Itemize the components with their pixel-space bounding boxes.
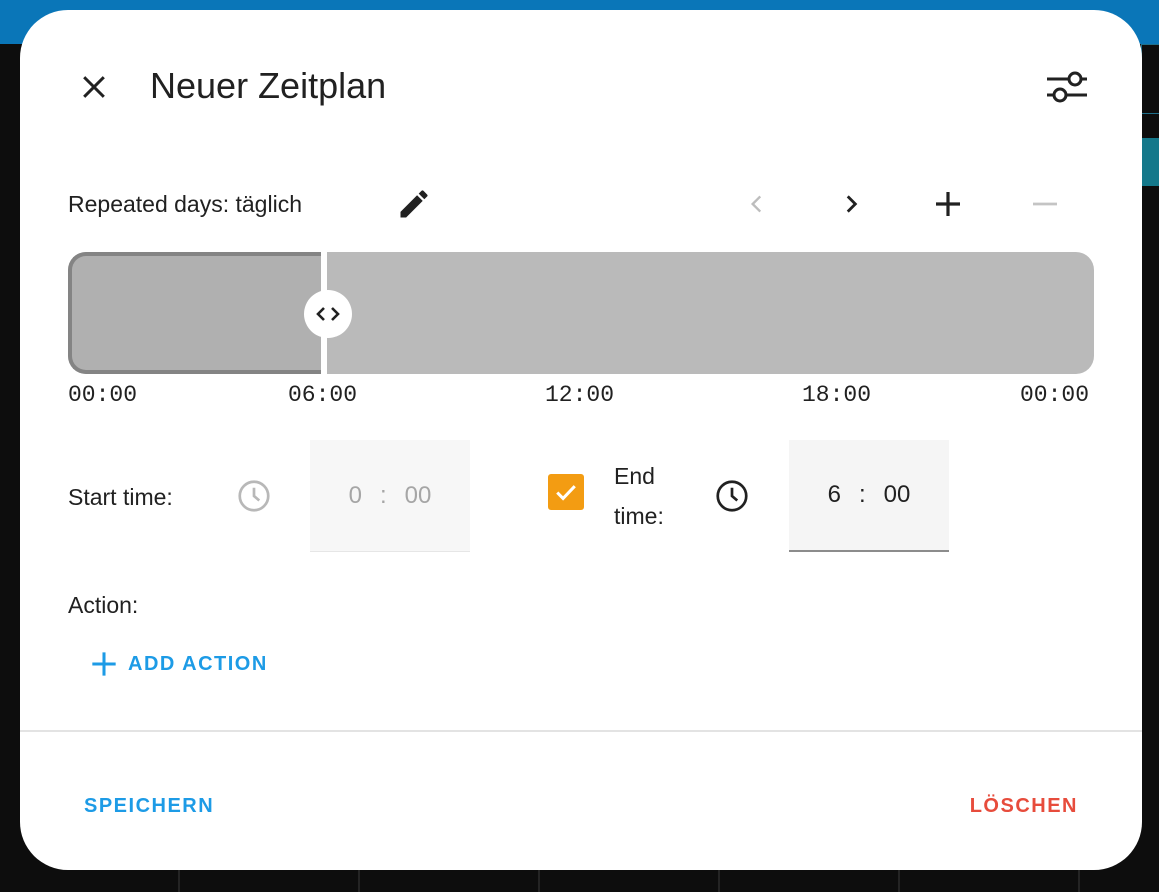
tune-icon [1047, 71, 1087, 103]
timeline-tick-label: 00:00 [1020, 382, 1090, 408]
edit-days-button[interactable] [392, 182, 436, 226]
settings-button[interactable] [1042, 62, 1092, 112]
start-minutes: 00 [404, 481, 432, 509]
start-time-input[interactable]: 0 : 00 [310, 440, 470, 552]
minus-icon [1033, 202, 1057, 206]
add-slot-button[interactable] [926, 182, 970, 226]
close-icon [83, 76, 105, 98]
timeline-tick-label: 12:00 [545, 382, 615, 408]
pencil-icon [400, 190, 428, 218]
time-separator: : [858, 481, 866, 508]
previous-slot-button[interactable] [735, 182, 779, 226]
add-action-button[interactable]: ADD ACTION [90, 644, 268, 684]
remove-slot-button[interactable] [1023, 182, 1067, 226]
check-icon [556, 485, 576, 501]
dialog-title: Neuer Zeitplan [150, 65, 387, 106]
end-minutes: 00 [883, 481, 911, 508]
timeline-bar[interactable] [68, 252, 1094, 374]
action-label: Action: [68, 592, 139, 618]
clock-icon [712, 476, 752, 516]
start-time-label: Start time: [68, 484, 173, 510]
timeline-tick-label: 00:00 [68, 382, 138, 408]
end-time-checkbox[interactable] [548, 474, 584, 510]
timeline-tick-label: 18:00 [802, 382, 872, 408]
time-separator: : [379, 481, 387, 509]
plus-icon [936, 192, 960, 216]
end-time-input[interactable]: 6 : 00 [789, 440, 949, 552]
save-button[interactable]: SPEICHERN [84, 786, 214, 826]
close-button[interactable] [72, 65, 116, 109]
chevron-right-icon [846, 195, 858, 213]
selected-time-slot[interactable] [68, 252, 324, 374]
start-hours: 0 [348, 481, 362, 509]
background-card-tab [1141, 138, 1159, 186]
end-hours: 6 [827, 481, 841, 508]
slot-resize-handle[interactable] [304, 290, 352, 338]
end-time-label: End time: [614, 463, 664, 529]
chevron-left-icon [750, 195, 762, 213]
clock-icon [234, 476, 274, 516]
repeated-days-label: Repeated days: täglich [68, 191, 302, 217]
next-slot-button[interactable] [829, 182, 873, 226]
resize-horizontal-icon [316, 307, 340, 321]
schedule-dialog: Neuer Zeitplan Repeated days: täglich 00… [20, 10, 1142, 870]
delete-button[interactable]: LÖSCHEN [970, 786, 1078, 826]
plus-icon [92, 652, 116, 676]
timeline-tick-label: 06:00 [288, 382, 358, 408]
background-card-edge [1141, 44, 1159, 114]
footer-divider [20, 730, 1142, 732]
add-action-label: ADD ACTION [128, 652, 268, 675]
